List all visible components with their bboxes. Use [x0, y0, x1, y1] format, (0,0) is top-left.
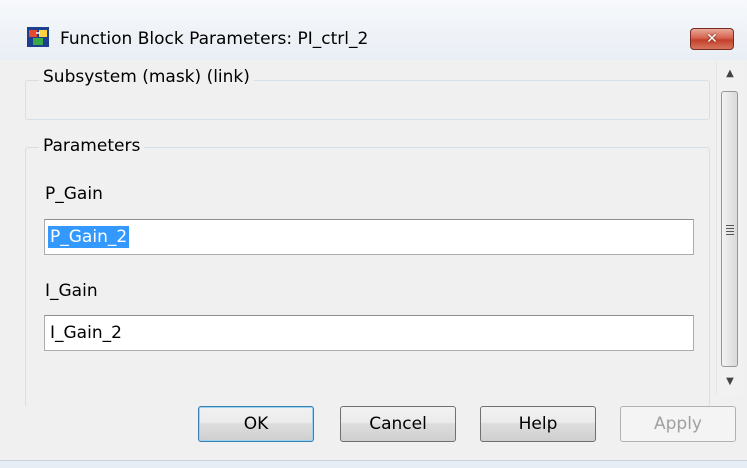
vertical-scrollbar[interactable]: ▲ ▼ — [716, 60, 743, 396]
parameters-group-box — [25, 147, 710, 407]
p-gain-input[interactable]: P_Gain_2 — [44, 219, 694, 255]
ok-button[interactable]: OK — [198, 406, 314, 442]
p-gain-label: P_Gain — [45, 184, 103, 204]
scroll-down-arrow-icon[interactable]: ▼ — [717, 370, 743, 392]
scrollbar-thumb[interactable] — [721, 91, 738, 367]
help-button[interactable]: Help — [480, 406, 596, 442]
close-icon: ✕ — [706, 31, 718, 47]
cancel-button[interactable]: Cancel — [340, 406, 456, 442]
i-gain-label: I_Gain — [45, 281, 98, 301]
parameters-group-label: Parameters — [39, 136, 145, 156]
p-gain-input-value: P_Gain_2 — [48, 226, 130, 248]
i-gain-input-value: I_Gain_2 — [50, 323, 122, 343]
dialog-window: Function Block Parameters: PI_ctrl_2 ✕ S… — [0, 0, 747, 468]
scroll-grip-icon — [726, 225, 734, 237]
window-title: Function Block Parameters: PI_ctrl_2 — [60, 29, 369, 49]
i-gain-input[interactable]: I_Gain_2 — [44, 315, 694, 351]
subsystem-group-label: Subsystem (mask) (link) — [39, 67, 254, 87]
simulink-app-icon — [27, 27, 49, 47]
apply-button[interactable]: Apply — [620, 406, 736, 442]
close-button[interactable]: ✕ — [690, 28, 734, 50]
title-bar[interactable]: Function Block Parameters: PI_ctrl_2 ✕ — [0, 0, 747, 60]
scroll-up-arrow-icon[interactable]: ▲ — [717, 62, 743, 84]
